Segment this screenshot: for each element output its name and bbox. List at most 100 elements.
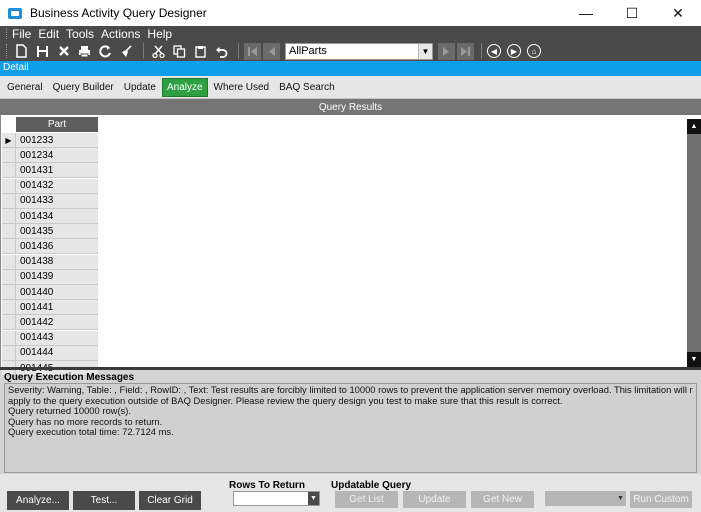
get-new-button[interactable]: Get New bbox=[471, 491, 534, 508]
table-cell-part[interactable]: 001233 bbox=[16, 133, 98, 148]
query-combo-value: AllParts bbox=[289, 45, 327, 57]
query-combo[interactable]: AllParts ▼ bbox=[285, 42, 433, 60]
first-record-icon[interactable] bbox=[244, 42, 261, 60]
table-cell-part[interactable]: 001434 bbox=[16, 209, 98, 224]
tab-update[interactable]: Update bbox=[120, 79, 160, 96]
scroll-down-icon[interactable]: ▼ bbox=[687, 352, 701, 367]
row-selector[interactable] bbox=[2, 239, 16, 255]
maximize-button[interactable]: ☐ bbox=[609, 0, 655, 26]
close-button[interactable]: ✕ bbox=[655, 0, 701, 26]
tab-query-builder[interactable]: Query Builder bbox=[49, 79, 118, 96]
home-icon[interactable]: ⌂ bbox=[527, 44, 541, 58]
table-row[interactable]: 001436 bbox=[2, 239, 98, 255]
table-cell-part[interactable]: 001443 bbox=[16, 330, 98, 346]
new-icon[interactable] bbox=[12, 42, 31, 60]
update-button[interactable]: Update bbox=[403, 491, 466, 508]
table-cell-part[interactable]: 001441 bbox=[16, 300, 98, 316]
row-selector[interactable] bbox=[2, 163, 16, 179]
menu-file[interactable]: File bbox=[12, 27, 31, 41]
forward-icon[interactable]: ▶ bbox=[507, 44, 521, 58]
window-controls: — ☐ ✕ bbox=[563, 0, 701, 26]
table-row[interactable]: 001440 bbox=[2, 285, 98, 300]
clear-icon[interactable] bbox=[117, 42, 136, 60]
table-cell-part[interactable]: 001432 bbox=[16, 178, 98, 194]
table-row[interactable]: 001439 bbox=[2, 269, 98, 285]
chevron-down-icon[interactable]: ▼ bbox=[308, 492, 319, 505]
table-cell-part[interactable]: 001433 bbox=[16, 193, 98, 209]
tab-where-used[interactable]: Where Used bbox=[210, 79, 274, 96]
paste-icon[interactable] bbox=[191, 42, 210, 60]
table-row[interactable]: 001234 bbox=[2, 148, 98, 164]
next-record-icon[interactable] bbox=[438, 42, 455, 60]
table-cell-part[interactable]: 001442 bbox=[16, 315, 98, 331]
get-list-button[interactable]: Get List bbox=[335, 491, 398, 508]
tab-baq-search[interactable]: BAQ Search bbox=[275, 79, 339, 96]
table-row[interactable]: 001441 bbox=[2, 300, 98, 316]
menu-actions[interactable]: Actions bbox=[101, 27, 140, 41]
chevron-down-icon[interactable]: ▼ bbox=[615, 491, 626, 506]
table-row[interactable]: 001443 bbox=[2, 330, 98, 346]
row-selector[interactable] bbox=[2, 330, 16, 346]
save-icon[interactable] bbox=[33, 42, 52, 60]
vertical-scrollbar[interactable]: ▲ ▼ bbox=[687, 119, 701, 367]
table-row[interactable]: 001431 bbox=[2, 163, 98, 179]
custom-action-combo[interactable]: ▼ bbox=[545, 491, 626, 506]
row-selector[interactable] bbox=[2, 224, 16, 240]
table-row[interactable]: 001432 bbox=[2, 178, 98, 194]
clear-grid-button[interactable]: Clear Grid bbox=[139, 491, 201, 510]
row-selector[interactable] bbox=[2, 285, 16, 300]
analyze-button[interactable]: Analyze... bbox=[7, 491, 69, 510]
row-selector-current-icon[interactable]: ▶ bbox=[2, 133, 16, 148]
run-custom-button[interactable]: Run Custom bbox=[630, 491, 692, 508]
refresh-icon[interactable] bbox=[96, 42, 115, 60]
row-selector[interactable] bbox=[2, 178, 16, 194]
previous-record-icon[interactable] bbox=[263, 42, 280, 60]
column-header-part[interactable]: Part bbox=[16, 117, 98, 132]
table-cell-part[interactable]: 001431 bbox=[16, 163, 98, 179]
undo-icon[interactable] bbox=[212, 42, 231, 60]
table-row[interactable]: ▶ 001233 bbox=[2, 133, 98, 148]
row-selector[interactable] bbox=[2, 315, 16, 331]
menu-tools[interactable]: Tools bbox=[66, 27, 94, 41]
table-cell-part[interactable]: 001435 bbox=[16, 224, 98, 240]
copy-icon[interactable] bbox=[170, 42, 189, 60]
table-row[interactable]: 001435 bbox=[2, 224, 98, 240]
table-row[interactable]: 001442 bbox=[2, 315, 98, 331]
menu-help[interactable]: Help bbox=[147, 27, 172, 41]
tab-analyze[interactable]: Analyze bbox=[161, 77, 208, 97]
rows-to-return-input[interactable]: ▼ bbox=[233, 491, 320, 506]
results-grid[interactable]: Part ▶ 001233 001234 001431 001432 001433 0014… bbox=[0, 115, 701, 376]
last-record-icon[interactable] bbox=[457, 42, 474, 60]
table-row[interactable]: 001438 bbox=[2, 254, 98, 270]
row-selector[interactable] bbox=[2, 345, 16, 361]
tab-general[interactable]: General bbox=[3, 79, 47, 96]
table-row[interactable]: 001433 bbox=[2, 193, 98, 209]
messages-box: Severity: Warning, Table: , Field: , Row… bbox=[4, 383, 697, 473]
table-cell-part[interactable]: 001439 bbox=[16, 269, 98, 285]
row-selector[interactable] bbox=[2, 300, 16, 316]
row-selector[interactable] bbox=[2, 148, 16, 164]
table-cell-part[interactable]: 001234 bbox=[16, 148, 98, 164]
table-row[interactable]: 001444 bbox=[2, 345, 98, 361]
back-icon[interactable]: ◀ bbox=[487, 44, 501, 58]
minimize-button[interactable]: — bbox=[563, 0, 609, 26]
table-cell-part[interactable]: 001444 bbox=[16, 345, 98, 361]
message-line: Query returned 10000 row(s). bbox=[8, 406, 131, 416]
table-cell-part[interactable]: 001438 bbox=[16, 254, 98, 270]
table-cell-part[interactable]: 001436 bbox=[16, 239, 98, 255]
cut-icon[interactable] bbox=[149, 42, 168, 60]
menu-edit[interactable]: Edit bbox=[38, 27, 59, 41]
test-button[interactable]: Test... bbox=[73, 491, 135, 510]
scroll-up-icon[interactable]: ▲ bbox=[687, 119, 701, 134]
print-icon[interactable] bbox=[75, 42, 94, 60]
row-selector[interactable] bbox=[2, 193, 16, 209]
row-selector[interactable] bbox=[2, 209, 16, 224]
table-cell-part[interactable]: 001440 bbox=[16, 285, 98, 300]
row-selector[interactable] bbox=[2, 254, 16, 270]
delete-icon[interactable] bbox=[54, 42, 73, 60]
row-selector[interactable] bbox=[2, 269, 16, 285]
toolbar-separator bbox=[238, 43, 239, 59]
chevron-down-icon[interactable]: ▼ bbox=[418, 43, 432, 59]
message-line: Query has no more records to return. bbox=[8, 416, 163, 427]
table-row[interactable]: 001434 bbox=[2, 209, 98, 224]
